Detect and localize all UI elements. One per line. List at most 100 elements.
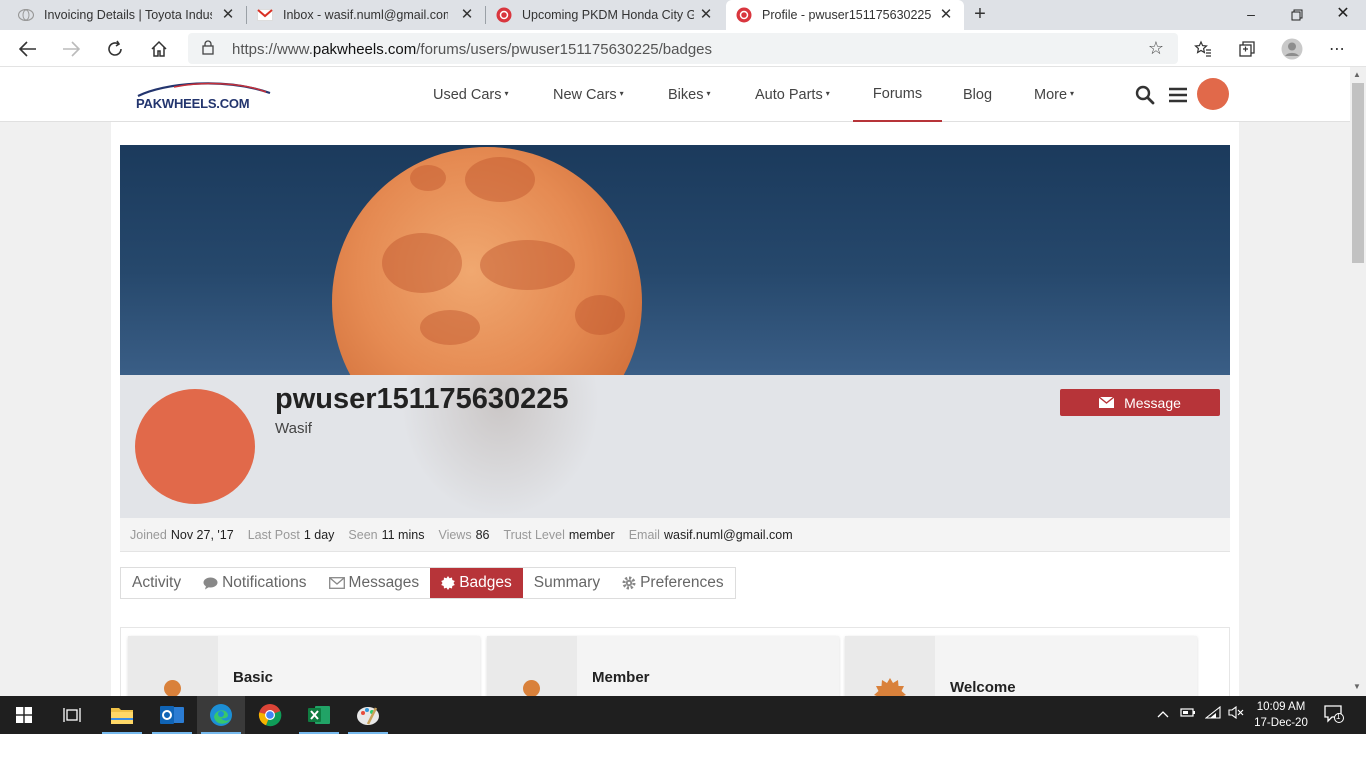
nav-auto-parts[interactable]: Auto Parts ▾ — [755, 67, 830, 122]
back-icon[interactable] — [13, 34, 43, 64]
stat-value: member — [568, 527, 615, 542]
nav-label: Blog — [963, 86, 993, 103]
stat-seen: Seen 11 mins — [348, 528, 424, 542]
browser-tab-strip: Invoicing Details | Toyota Indus ✕ Inbox… — [0, 0, 1366, 30]
favorite-star-icon[interactable]: ☆ — [1148, 38, 1164, 59]
site-header: PAKWHEELS.COM Used Cars ▾ New Cars ▾ Bikes… — [0, 67, 1350, 122]
volume-muted-icon[interactable] — [1228, 705, 1244, 722]
caret-down-icon: ▾ — [706, 89, 711, 98]
excel-icon[interactable] — [295, 696, 343, 734]
new-tab-icon[interactable]: + — [968, 3, 992, 27]
badge-name[interactable]: Welcome — [950, 679, 1016, 696]
nav-label: Forums — [872, 85, 923, 102]
tab-notifications[interactable]: Notifications — [192, 568, 317, 598]
show-hidden-icons-icon[interactable] — [1157, 706, 1169, 721]
moon-crater — [410, 165, 446, 191]
restore-icon[interactable] — [1274, 0, 1320, 30]
user-avatar[interactable] — [1197, 78, 1229, 110]
badge-card-welcome[interactable]: Welcome — [845, 636, 1197, 696]
refresh-icon[interactable] — [100, 34, 130, 64]
badge-name[interactable]: Basic — [233, 669, 273, 686]
message-button[interactable]: Message — [1060, 389, 1220, 416]
more-menu-icon[interactable]: ⋯ — [1322, 34, 1352, 64]
search-icon[interactable] — [1133, 83, 1157, 107]
browser-toolbar: https://www.pakwheels.com/forums/users/p… — [0, 30, 1366, 67]
tab-summary[interactable]: Summary — [523, 568, 611, 598]
pakwheels-favicon-icon — [496, 7, 512, 23]
start-windows-icon[interactable] — [0, 696, 48, 734]
favorites-icon[interactable] — [1188, 34, 1218, 64]
url-prefix: https://www. — [232, 41, 313, 58]
close-tab-icon[interactable]: ✕ — [698, 7, 714, 23]
pakwheels-favicon-icon — [736, 7, 752, 23]
browser-tab-gmail[interactable]: Inbox - wasif.numl@gmail.com - ✕ — [247, 0, 485, 30]
outlook-icon[interactable] — [148, 696, 196, 734]
badge-icon-area — [128, 636, 218, 696]
logo-text: PAKWHEELS.COM — [136, 96, 250, 111]
page-scrollbar[interactable]: ▲ ▼ — [1350, 67, 1366, 696]
file-explorer-icon[interactable] — [98, 696, 146, 734]
minimize-icon[interactable]: – — [1228, 0, 1274, 30]
forward-icon[interactable] — [56, 34, 86, 64]
tab-title: Inbox - wasif.numl@gmail.com - — [283, 8, 448, 22]
stat-key: Email — [628, 527, 660, 542]
tab-preferences[interactable]: Preferences — [611, 568, 735, 598]
collections-icon[interactable] — [1232, 34, 1262, 64]
badge-name[interactable]: Member — [592, 669, 650, 686]
browser-tab-profile[interactable]: Profile - pwuser151175630225 - ✕ — [726, 0, 964, 30]
pakwheels-logo[interactable]: PAKWHEELS.COM — [134, 79, 274, 113]
close-tab-icon[interactable]: ✕ — [220, 7, 236, 23]
tab-activity[interactable]: Activity — [121, 568, 192, 598]
moon-crater — [465, 157, 535, 202]
stat-value[interactable]: wasif.numl@gmail.com — [664, 528, 793, 542]
action-center-icon[interactable]: 1 — [1324, 705, 1344, 726]
nav-label: More — [1034, 86, 1068, 103]
badge-card-basic[interactable]: Basic — [128, 636, 480, 696]
stat-email: Email wasif.numl@gmail.com — [629, 528, 793, 542]
tab-label: Summary — [533, 574, 601, 591]
paint-icon[interactable] — [344, 696, 392, 734]
profile-icon[interactable] — [1277, 34, 1307, 64]
caret-down-icon: ▾ — [504, 89, 509, 98]
url-text[interactable]: https://www.pakwheels.com/forums/users/p… — [232, 41, 712, 58]
badge-dot-icon — [523, 680, 540, 696]
hamburger-menu-icon[interactable] — [1166, 83, 1190, 107]
tab-messages[interactable]: Messages — [318, 568, 431, 598]
task-view-icon[interactable] — [48, 696, 96, 734]
browser-tab-toyota[interactable]: Invoicing Details | Toyota Indus ✕ — [0, 0, 246, 30]
url-path: /forums/users/pwuser151175630225/badges — [416, 41, 713, 58]
badge-card-member[interactable]: Member — [487, 636, 839, 696]
nav-label: Bikes — [668, 86, 704, 103]
home-icon[interactable] — [144, 34, 174, 64]
battery-icon[interactable] — [1180, 706, 1196, 721]
scrollbar-thumb[interactable] — [1352, 83, 1364, 263]
nav-more[interactable]: More ▾ — [1034, 67, 1074, 122]
stat-value: 1 day — [303, 527, 335, 542]
edge-browser-icon[interactable] — [197, 696, 245, 734]
lock-icon[interactable] — [202, 40, 214, 60]
chrome-icon[interactable] — [246, 696, 294, 734]
stat-key: Views — [438, 527, 472, 542]
close-tab-icon[interactable]: ✕ — [459, 7, 475, 23]
close-tab-icon[interactable]: ✕ — [938, 7, 954, 23]
browser-tab-pakwheels-honda[interactable]: Upcoming PKDM Honda City Ge ✕ — [486, 0, 724, 30]
nav-label: Used Cars — [433, 86, 502, 103]
nav-blog[interactable]: Blog — [963, 67, 992, 122]
profile-username: pwuser151175630225 — [275, 383, 569, 415]
nav-bikes[interactable]: Bikes ▾ — [668, 67, 710, 122]
nav-forums[interactable]: Forums — [853, 67, 942, 122]
scroll-down-icon[interactable]: ▼ — [1353, 682, 1361, 691]
close-window-icon[interactable]: ✕ — [1320, 0, 1366, 30]
scroll-up-icon[interactable]: ▲ — [1353, 70, 1361, 79]
system-clock[interactable]: 10:09 AM 17-Dec-20 — [1250, 699, 1312, 731]
address-bar[interactable]: https://www.pakwheels.com/forums/users/p… — [188, 33, 1178, 64]
gear-icon — [622, 576, 636, 590]
nav-used-cars[interactable]: Used Cars ▾ — [433, 67, 509, 122]
nav-new-cars[interactable]: New Cars ▾ — [553, 67, 624, 122]
caret-down-icon: ▾ — [619, 89, 624, 98]
moon-crater — [420, 310, 480, 345]
stat-key: Seen — [348, 527, 378, 542]
comment-icon — [203, 577, 218, 590]
wifi-icon[interactable] — [1204, 705, 1221, 722]
tab-badges[interactable]: Badges — [430, 568, 523, 598]
